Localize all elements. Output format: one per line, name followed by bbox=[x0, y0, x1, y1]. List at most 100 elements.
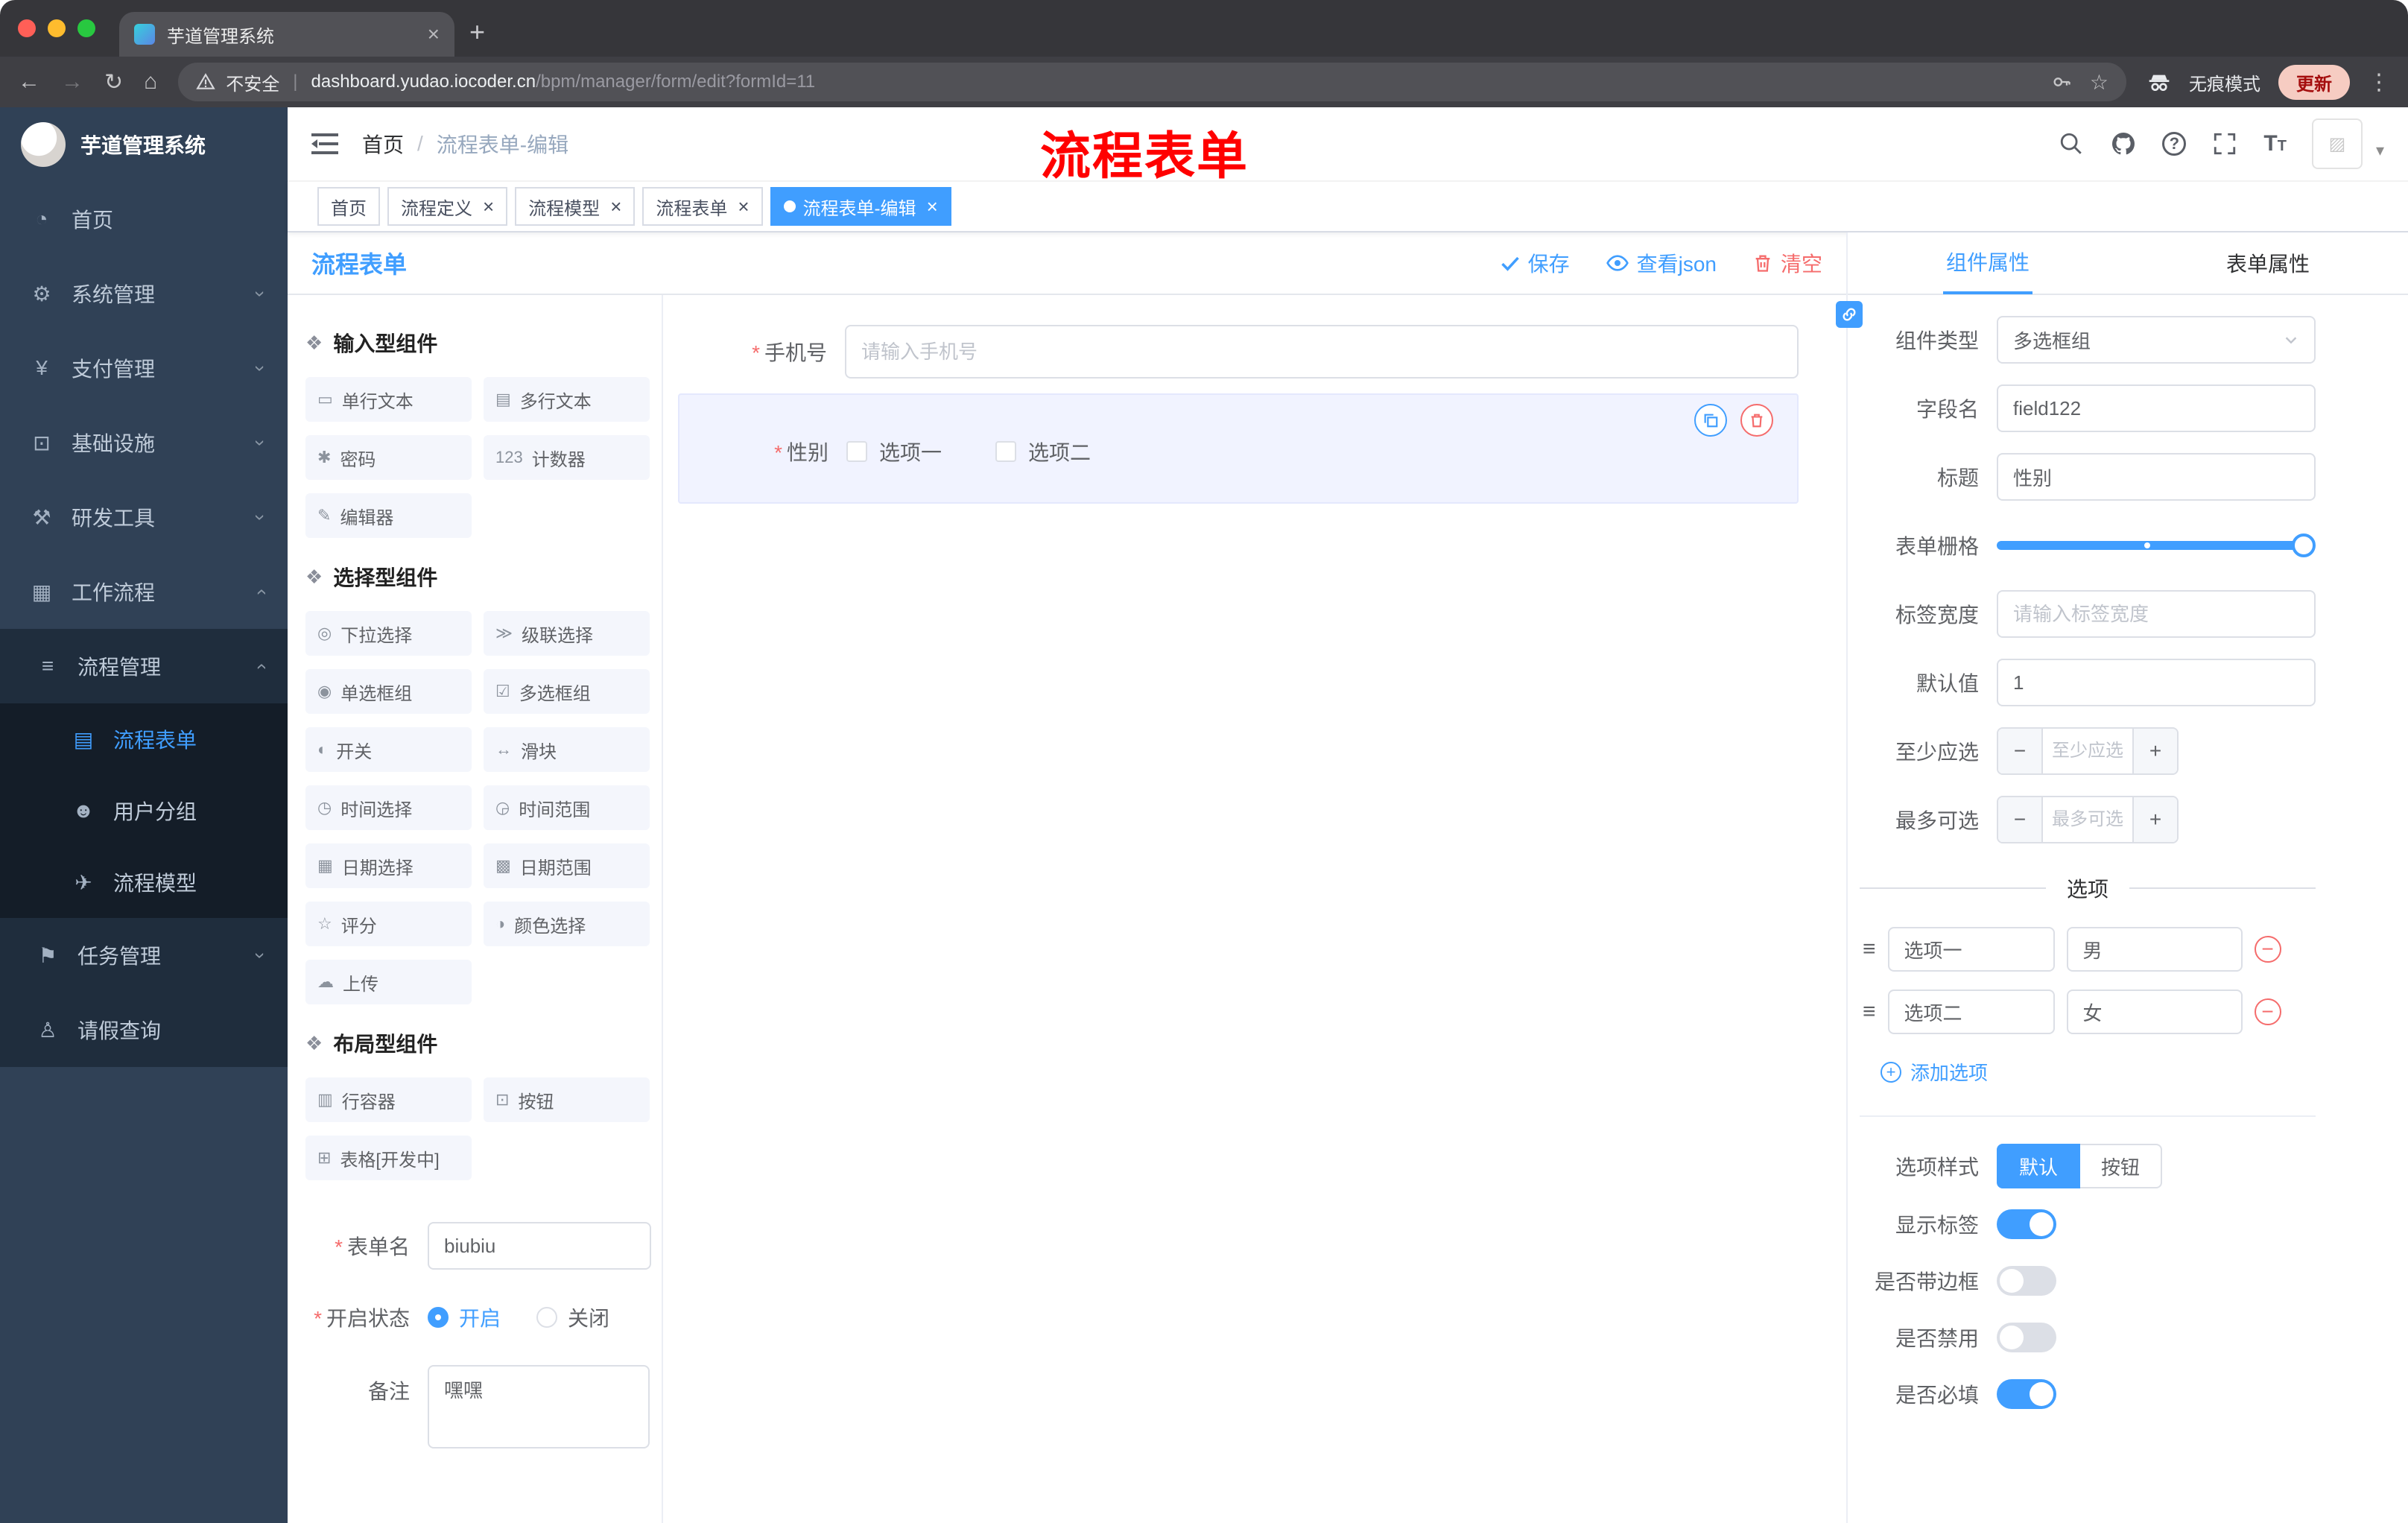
tag-2[interactable]: 流程模型 × bbox=[515, 187, 636, 226]
gender-option-2-checkbox[interactable]: 选项二 bbox=[995, 437, 1091, 466]
palette-item-cascader[interactable]: ≫ 级联选择 bbox=[484, 611, 650, 656]
field-name-input[interactable] bbox=[1997, 384, 2316, 432]
sidebar-item-leave-query[interactable]: ♙ 请假查询 bbox=[0, 992, 288, 1067]
status-on-radio[interactable]: 开启 bbox=[428, 1302, 501, 1332]
max-select-input[interactable] bbox=[2043, 797, 2132, 842]
minimize-window-button[interactable] bbox=[48, 19, 66, 37]
decrease-button[interactable]: − bbox=[1998, 729, 2043, 773]
label-width-input[interactable] bbox=[1997, 590, 2316, 638]
palette-item-date[interactable]: ▦ 日期选择 bbox=[305, 843, 472, 888]
remove-option-icon[interactable]: − bbox=[2254, 936, 2281, 963]
sidebar-item-user-group[interactable]: ☻ 用户分组 bbox=[0, 775, 288, 846]
sidebar-item-task-manage[interactable]: ⚑ 任务管理 › bbox=[0, 918, 288, 992]
add-option-button[interactable]: + 添加选项 bbox=[1881, 1058, 1988, 1086]
palette-item-slider[interactable]: ↔ 滑块 bbox=[484, 727, 650, 772]
drag-handle-icon[interactable]: ≡ bbox=[1863, 999, 1876, 1025]
close-window-button[interactable] bbox=[18, 19, 36, 37]
palette-item-row[interactable]: ▥ 行容器 bbox=[305, 1077, 472, 1122]
fullscreen-icon[interactable] bbox=[2211, 130, 2238, 157]
clear-button[interactable]: 清空 bbox=[1752, 248, 1822, 278]
tab-close-icon[interactable]: × bbox=[428, 22, 440, 46]
form-name-input[interactable] bbox=[428, 1222, 651, 1270]
tag-close-icon[interactable]: × bbox=[483, 195, 494, 218]
tag-3[interactable]: 流程表单 × bbox=[642, 187, 763, 226]
style-default-button[interactable]: 默认 bbox=[1997, 1144, 2081, 1188]
gender-field-selected[interactable]: * 性别 选项一 选项二 bbox=[678, 393, 1799, 504]
tag-close-icon[interactable]: × bbox=[927, 195, 938, 218]
tag-close-icon[interactable]: × bbox=[610, 195, 621, 218]
min-select-input[interactable] bbox=[2043, 729, 2132, 773]
search-icon[interactable] bbox=[2058, 130, 2085, 157]
palette-item-single-line[interactable]: ▭ 单行文本 bbox=[305, 377, 472, 422]
home-button[interactable]: ⌂ bbox=[144, 69, 157, 95]
palette-item-editor[interactable]: ✎ 编辑器 bbox=[305, 493, 472, 538]
toggle-switch-on[interactable] bbox=[1997, 1209, 2056, 1239]
palette-item-select[interactable]: ◎ 下拉选择 bbox=[305, 611, 472, 656]
avatar-caret-icon[interactable]: ▾ bbox=[2376, 141, 2384, 160]
form-grid-slider[interactable] bbox=[1997, 533, 2316, 557]
sidebar-item-process-manage[interactable]: ≡ 流程管理 › bbox=[0, 629, 288, 703]
remark-textarea[interactable]: 嘿嘿 bbox=[428, 1365, 650, 1448]
form-canvas[interactable]: *手机号 *性别 选项一 选项二 bbox=[663, 295, 1846, 1523]
palette-item-counter[interactable]: 123 计数器 bbox=[484, 435, 650, 480]
default-value-input[interactable] bbox=[1997, 659, 2316, 706]
tab-form-props[interactable]: 表单属性 bbox=[2128, 232, 2408, 294]
option-value-input[interactable] bbox=[2066, 927, 2243, 972]
increase-button[interactable]: + bbox=[2132, 729, 2177, 773]
tag-close-icon[interactable]: × bbox=[738, 195, 749, 218]
sidebar-item-home[interactable]: ◔ 首页 bbox=[0, 182, 288, 256]
palette-item-color[interactable]: ◑ 颜色选择 bbox=[484, 902, 650, 946]
sidebar-item-devtools[interactable]: ⚒ 研发工具 › bbox=[0, 480, 288, 554]
palette-item-button[interactable]: ⊡ 按钮 bbox=[484, 1077, 650, 1122]
help-icon[interactable]: ? bbox=[2162, 132, 2187, 156]
palette-item-time-range[interactable]: ◶ 时间范围 bbox=[484, 785, 650, 830]
sidebar-item-process-form[interactable]: ▤ 流程表单 bbox=[0, 703, 288, 775]
option-label-input[interactable] bbox=[1887, 927, 2055, 972]
palette-item-radio[interactable]: ◉ 单选框组 bbox=[305, 669, 472, 714]
browser-menu-icon[interactable]: ⋮ bbox=[2368, 69, 2390, 95]
tag-1[interactable]: 流程定义 × bbox=[387, 187, 508, 226]
decrease-button[interactable]: − bbox=[1998, 797, 2043, 842]
sidebar-item-payment[interactable]: ¥ 支付管理 › bbox=[0, 331, 288, 405]
user-avatar[interactable]: ▨ bbox=[2311, 118, 2363, 169]
status-off-radio[interactable]: 关闭 bbox=[536, 1302, 609, 1332]
link-icon[interactable] bbox=[1836, 301, 1863, 328]
password-key-icon[interactable] bbox=[2051, 72, 2072, 92]
palette-item-checkbox[interactable]: ☑ 多选框组 bbox=[484, 669, 650, 714]
increase-button[interactable]: + bbox=[2132, 797, 2177, 842]
sidebar-item-infrastructure[interactable]: ⊡ 基础设施 › bbox=[0, 405, 288, 480]
palette-item-table[interactable]: ⊞ 表格[开发中] bbox=[305, 1136, 472, 1180]
palette-item-date-range[interactable]: ▩ 日期范围 bbox=[484, 843, 650, 888]
title-input[interactable] bbox=[1997, 453, 2316, 501]
toggle-switch-off[interactable] bbox=[1997, 1323, 2056, 1352]
back-button[interactable]: ← bbox=[18, 69, 40, 95]
copy-field-button[interactable] bbox=[1694, 404, 1727, 437]
palette-item-password[interactable]: ✱ 密码 bbox=[305, 435, 472, 480]
palette-item-time[interactable]: ◷ 时间选择 bbox=[305, 785, 472, 830]
new-tab-button[interactable]: + bbox=[469, 16, 485, 48]
sidebar-item-system[interactable]: ⚙ 系统管理 › bbox=[0, 256, 288, 331]
option-label-input[interactable] bbox=[1887, 990, 2055, 1034]
phone-input[interactable] bbox=[845, 325, 1799, 379]
address-bar[interactable]: 不安全 | dashboard.yudao.iocoder.cn/bpm/man… bbox=[178, 63, 2126, 101]
remove-option-icon[interactable]: − bbox=[2254, 998, 2281, 1025]
github-icon[interactable] bbox=[2110, 130, 2137, 157]
component-type-select[interactable]: 多选框组 bbox=[1997, 316, 2316, 364]
maximize-window-button[interactable] bbox=[77, 19, 95, 37]
forward-button[interactable]: → bbox=[61, 69, 83, 95]
view-json-button[interactable]: 查看json bbox=[1606, 248, 1717, 278]
collapse-sidebar-icon[interactable] bbox=[311, 133, 338, 154]
palette-item-rate[interactable]: ☆ 评分 bbox=[305, 902, 472, 946]
browser-tab[interactable]: 芋道管理系统 × bbox=[119, 12, 454, 57]
tag-0[interactable]: 首页 bbox=[317, 187, 380, 226]
update-button[interactable]: 更新 bbox=[2278, 64, 2350, 100]
palette-item-switch[interactable]: ◐ 开关 bbox=[305, 727, 472, 772]
toggle-switch-on[interactable] bbox=[1997, 1379, 2056, 1409]
bookmark-star-icon[interactable]: ☆ bbox=[2090, 70, 2108, 95]
delete-field-button[interactable] bbox=[1740, 404, 1773, 437]
phone-field[interactable]: * 手机号 bbox=[678, 325, 1799, 379]
sidebar-item-workflow[interactable]: ▦ 工作流程 › bbox=[0, 554, 288, 629]
tab-component-props[interactable]: 组件属性 bbox=[1848, 232, 2128, 294]
drag-handle-icon[interactable]: ≡ bbox=[1863, 937, 1876, 962]
slider-handle[interactable] bbox=[2292, 533, 2316, 557]
